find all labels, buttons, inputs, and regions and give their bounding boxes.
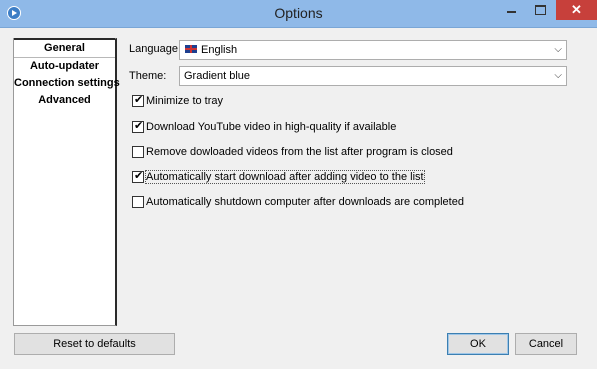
theme-value: Gradient blue	[184, 70, 251, 82]
uk-flag-icon	[184, 44, 198, 54]
nav-item-connection-settings[interactable]: Connection settings	[14, 75, 120, 92]
minimize-button[interactable]	[498, 0, 525, 20]
chevron-down-icon: ⌵	[554, 44, 562, 55]
language-label: Language:	[129, 43, 181, 55]
option-label: Automatically start download after addin…	[145, 170, 425, 184]
language-select[interactable]: English ⌵	[179, 40, 567, 60]
reset-to-defaults-button[interactable]: Reset to defaults	[14, 333, 175, 355]
title-bar: Options ✕	[0, 0, 597, 28]
theme-select[interactable]: Gradient blue ⌵	[179, 66, 567, 86]
option-label: Remove dowloaded videos from the list af…	[146, 146, 453, 158]
maximize-button[interactable]	[527, 0, 554, 20]
option-label: Automatically shutdown computer after do…	[146, 196, 464, 208]
options-nav: General Auto-updater Connection settings…	[13, 38, 120, 326]
option-label: Minimize to tray	[146, 95, 224, 107]
minimize-to-tray-checkbox[interactable]	[132, 93, 144, 107]
remove-downloaded-checkbox[interactable]	[132, 146, 144, 158]
language-value: English	[201, 44, 238, 56]
option-label: Download YouTube video in high-quality i…	[146, 121, 397, 133]
high-quality-checkbox[interactable]	[132, 119, 144, 133]
close-button[interactable]: ✕	[556, 0, 597, 20]
nav-item-advanced[interactable]: Advanced	[14, 92, 115, 109]
nav-item-general[interactable]: General	[14, 38, 115, 58]
options-client: General Auto-updater Connection settings…	[0, 28, 597, 369]
nav-item-auto-updater[interactable]: Auto-updater	[14, 58, 115, 75]
theme-label: Theme:	[129, 70, 167, 82]
chevron-down-icon: ⌵	[554, 70, 562, 81]
ok-button[interactable]: OK	[447, 333, 509, 355]
cancel-button[interactable]: Cancel	[515, 333, 577, 355]
auto-shutdown-checkbox[interactable]	[132, 196, 144, 208]
auto-start-download-checkbox[interactable]	[132, 169, 144, 183]
